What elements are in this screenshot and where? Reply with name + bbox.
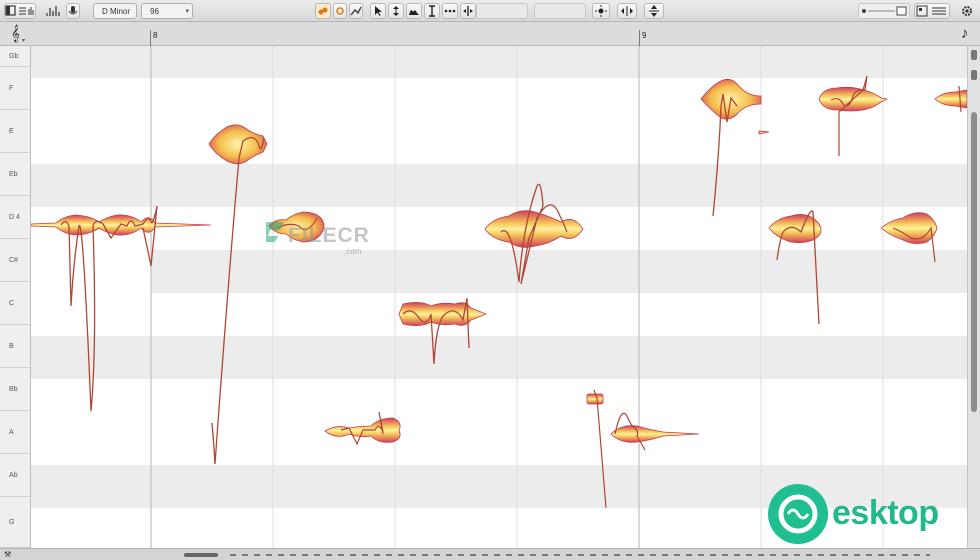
note-editor[interactable] <box>31 46 967 548</box>
microphone-icon[interactable] <box>66 3 80 19</box>
beat-grid <box>150 46 884 548</box>
note-blob[interactable] <box>324 411 401 446</box>
note-blob[interactable] <box>398 297 488 365</box>
pitch-label-bb: Bb <box>0 368 30 411</box>
separation-tool-icon[interactable] <box>460 3 476 19</box>
note-blob[interactable] <box>31 205 212 412</box>
note-blob[interactable] <box>268 211 325 243</box>
pitch-tool-icon[interactable] <box>388 3 404 19</box>
key-signature-value: D Minor <box>102 6 131 16</box>
pitch-label-gb: Gb <box>0 46 30 67</box>
pitch-label-eb: Eb <box>0 153 30 196</box>
macro-pitch-icon[interactable] <box>315 3 331 19</box>
blob-canvas[interactable] <box>31 46 967 548</box>
bar-number-8: 8 <box>153 31 158 40</box>
note-blob[interactable] <box>208 124 268 465</box>
bar-line-8 <box>150 30 151 46</box>
sidebar-toggle-icon[interactable] <box>5 5 35 17</box>
timeline-ruler[interactable]: 𝄞 ▾ 8 9 ♪ <box>0 22 980 46</box>
scroll-arrow-icon[interactable] <box>971 70 977 80</box>
split-icon[interactable] <box>644 3 664 19</box>
note-blob[interactable] <box>484 183 584 285</box>
note-blob[interactable] <box>768 210 822 325</box>
note-blob[interactable] <box>758 130 770 135</box>
overview-waveform <box>230 554 930 556</box>
pitch-ruler: Gb F E Eb D 4 C# C B Bb A Ab G <box>0 46 31 548</box>
view-toggle-group[interactable] <box>4 3 36 19</box>
note-blob[interactable] <box>934 85 967 113</box>
melodyne-window: D Minor 96 ▾ 𝄞 ▾ 8 9 ♪ Gb F E Eb D 4 C# … <box>0 0 980 560</box>
vertical-scrollbar[interactable] <box>967 46 980 548</box>
treble-clef-icon[interactable]: 𝄞 <box>11 25 20 42</box>
note-blob[interactable] <box>700 78 762 217</box>
inspector-icon[interactable] <box>914 3 950 19</box>
pitch-label-csharp: C# <box>0 239 30 282</box>
bar-number-9: 9 <box>642 31 647 40</box>
note-blob[interactable] <box>880 212 938 263</box>
timing-tool-icon[interactable] <box>442 3 458 19</box>
pitch-label-e: E <box>0 110 30 153</box>
pitch-label-f: F <box>0 67 30 110</box>
note-blob[interactable] <box>818 75 889 156</box>
record-icon[interactable] <box>333 3 347 19</box>
chevron-down-icon[interactable]: ▾ <box>22 37 25 44</box>
scroll-thumb[interactable] <box>971 112 977 412</box>
key-signature-select[interactable]: D Minor <box>93 3 137 19</box>
settings-icon[interactable] <box>958 3 976 19</box>
pitch-label-d4: D 4 <box>0 196 30 239</box>
overview-strip[interactable]: ⚒ <box>0 548 980 560</box>
pitch-label-ab: Ab <box>0 454 30 497</box>
amplitude-tool-icon[interactable] <box>424 3 440 19</box>
pitch-label-g: G <box>0 497 30 548</box>
param-field-2[interactable] <box>534 3 586 19</box>
overview-thumb[interactable] <box>184 553 218 557</box>
zoom-slider-icon[interactable] <box>858 3 910 19</box>
tempo-value: 96 <box>150 6 159 16</box>
toolbar: D Minor 96 ▾ <box>0 0 980 22</box>
note-blob[interactable] <box>610 412 700 451</box>
quantize-icon[interactable] <box>617 3 637 19</box>
pitch-label-c: C <box>0 282 30 325</box>
tempo-field[interactable]: 96 ▾ <box>141 3 193 19</box>
tools-icon[interactable]: ⚒ <box>4 550 11 559</box>
chevron-down-icon[interactable]: ▾ <box>185 7 189 15</box>
scroll-arrow-icon[interactable] <box>971 50 977 60</box>
bar-line-9 <box>639 30 640 46</box>
pitch-label-b: B <box>0 325 30 368</box>
pointer-tool-icon[interactable] <box>370 3 386 19</box>
waveform-icon[interactable] <box>44 3 62 19</box>
note-blob[interactable] <box>586 389 607 509</box>
note-value-icon[interactable]: ♪ <box>961 25 969 42</box>
brightness-icon[interactable] <box>592 3 610 19</box>
pitch-drift-icon[interactable] <box>349 3 363 19</box>
formant-tool-icon[interactable] <box>406 3 422 19</box>
param-field-1[interactable] <box>476 3 528 19</box>
pitch-label-a: A <box>0 411 30 454</box>
